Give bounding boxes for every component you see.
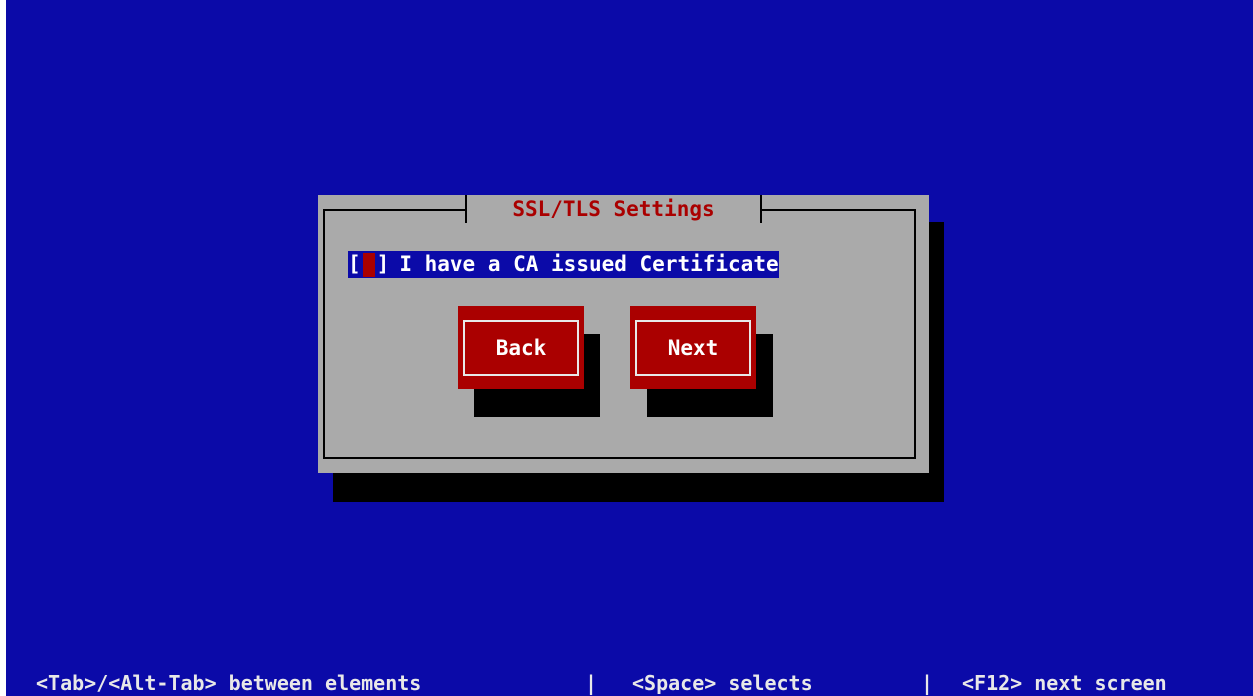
back-button-label: Back: [463, 320, 579, 376]
ca-certificate-checkbox[interactable]: [ ] I have a CA issued Certificate: [348, 251, 779, 278]
checkbox-close-bracket: ]: [376, 252, 390, 276]
next-button-label: Next: [635, 320, 751, 376]
footer-separator: |: [585, 671, 598, 695]
hint-f12: <F12> next screen: [962, 671, 1167, 695]
hint-tab: <Tab>/<Alt-Tab> between elements: [36, 671, 422, 695]
checkbox-label: I have a CA issued Certificate: [399, 252, 779, 276]
dialog-title: SSL/TLS Settings: [465, 195, 762, 223]
back-button[interactable]: Back: [458, 306, 584, 389]
checkbox-open-bracket: [: [348, 252, 361, 276]
footer-help-bar: <Tab>/<Alt-Tab> between elements | <Spac…: [6, 670, 1253, 696]
dialog-frame: [323, 209, 916, 459]
next-button[interactable]: Next: [630, 306, 756, 389]
hint-space: <Space> selects: [632, 671, 813, 695]
checkbox-cursor: [362, 252, 375, 277]
footer-separator: |: [921, 671, 934, 695]
